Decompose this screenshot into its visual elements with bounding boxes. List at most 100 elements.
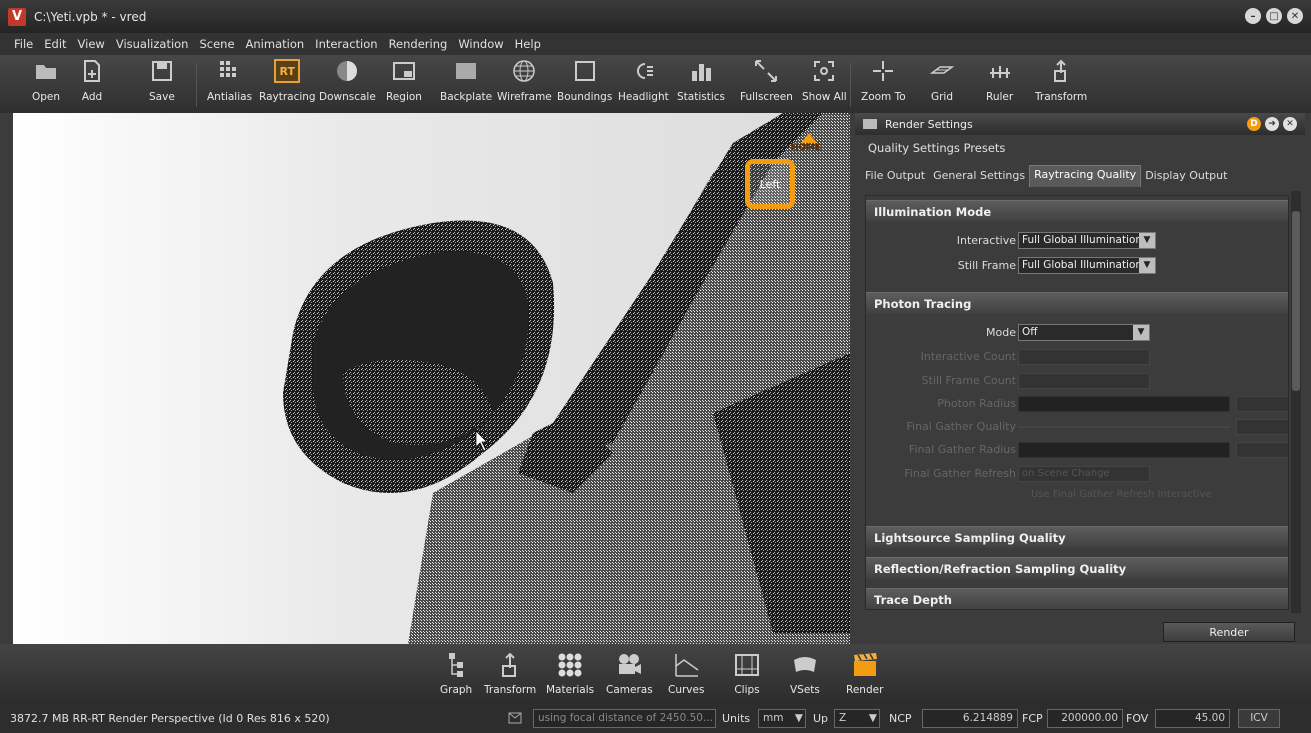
photon-tracing-header[interactable]: Photon Tracing [866,292,1288,314]
fg-refresh-select: on Scene Change [1018,466,1150,482]
settings-scroll-area: Illumination Mode Interactive Full Globa… [865,195,1289,610]
ruler-button[interactable]: Ruler [986,59,1013,103]
antialias-button[interactable]: Antialias [207,59,252,103]
module-curves[interactable]: Curves [668,652,704,696]
region-button[interactable]: Region [386,59,422,103]
navigation-cube[interactable]: Left [745,159,795,209]
dock-icon[interactable]: D [1247,117,1261,131]
tab-file-output[interactable]: File Output [861,165,929,187]
boundings-button[interactable]: Boundings [557,59,612,103]
module-cameras[interactable]: Cameras [606,652,653,696]
wireframe-button[interactable]: Wireframe [497,59,552,103]
fcp-input[interactable]: 200000.00 [1047,709,1123,728]
backplate-button[interactable]: Backplate [440,59,492,103]
fg-radius-label: Final Gather Radius [908,443,1016,456]
settings-tabs: File Output General Settings Raytracing … [861,165,1231,187]
raytracing-button[interactable]: RT Raytracing [259,59,316,103]
still-count-label: Still Frame Count [921,374,1016,387]
module-clips[interactable]: Clips [734,652,760,696]
ncp-input[interactable]: 6.214889 [922,709,1018,728]
bar-chart-icon [692,64,711,81]
fg-radius-slider [1018,442,1230,458]
curves-icon [675,654,699,677]
title-bar: V C:\Yeti.vpb * - vred – □ ✕ [0,0,1311,33]
fg-refresh-row: Final Gather Refresh on Scene Change [866,464,1288,484]
module-materials[interactable]: Materials [546,652,594,696]
tab-general-settings[interactable]: General Settings [929,165,1029,187]
forward-arrow-icon[interactable]: ➜ [1265,117,1279,131]
status-bar: 3872.7 MB RR-RT Render Perspective (Id 0… [0,704,1311,733]
still-frame-row: Still Frame Full Global Illumination ▼ [866,256,1288,276]
statistics-button[interactable]: Statistics [677,59,725,103]
showall-label: Show All [802,91,847,103]
open-button[interactable]: Open [32,59,60,103]
chevron-down-icon: ▼ [1133,325,1149,340]
fov-input[interactable]: 45.00 [1155,709,1230,728]
settings-scrollbar[interactable] [1291,191,1301,613]
mode-label: Mode [986,326,1016,339]
lightsource-sampling-header[interactable]: Lightsource Sampling Quality [866,526,1288,548]
icv-button[interactable]: ICV [1238,709,1280,728]
menu-rendering[interactable]: Rendering [389,37,448,51]
fg-quality-row: Final Gather Quality [866,417,1288,437]
interactive-illumination-select[interactable]: Full Global Illumination ▼ [1018,232,1156,249]
module-render[interactable]: Render [846,652,883,696]
home-label[interactable]: HOME [791,143,821,153]
module-graph[interactable]: Graph [440,652,472,696]
close-icon[interactable]: ✕ [1287,8,1303,24]
menu-file[interactable]: File [14,37,33,51]
maximize-icon[interactable]: □ [1266,8,1282,24]
menu-view[interactable]: View [78,37,105,51]
home-icon[interactable] [801,133,817,143]
downscale-button[interactable]: Downscale [319,59,376,103]
fullscreen-button[interactable]: Fullscreen [740,59,793,103]
menu-animation[interactable]: Animation [246,37,305,51]
photon-radius-label: Photon Radius [937,397,1016,410]
render-button[interactable]: Render [1163,622,1295,642]
photon-mode-select[interactable]: Off ▼ [1018,324,1150,341]
headlight-button[interactable]: Headlight [618,59,669,103]
headlight-icon [637,63,654,79]
illumination-mode-header[interactable]: Illumination Mode [866,200,1288,222]
transform-button[interactable]: Transform [1035,59,1087,103]
module-transform[interactable]: Transform [484,652,536,696]
showall-button[interactable]: Show All [802,59,847,103]
boundings-box-icon [574,61,595,81]
minimize-icon[interactable]: – [1245,8,1261,24]
tab-raytracing-quality[interactable]: Raytracing Quality [1029,165,1142,187]
save-button[interactable]: Save [149,59,175,103]
zoomto-button[interactable]: Zoom To [861,59,906,103]
headlight-label: Headlight [618,91,669,103]
panel-close-icon[interactable]: ✕ [1283,117,1297,131]
menu-window[interactable]: Window [458,37,503,51]
render-viewport[interactable]: HOME Left [13,113,850,644]
menu-edit[interactable]: Edit [44,37,66,51]
menu-scene[interactable]: Scene [199,37,234,51]
render-module-label: Render [846,684,884,696]
still-frame-illumination-select[interactable]: Full Global Illumination ▼ [1018,257,1156,274]
ncp-label: NCP [889,712,912,725]
scrollbar-thumb[interactable] [1292,211,1300,391]
menu-interaction[interactable]: Interaction [315,37,377,51]
window-title: C:\Yeti.vpb * - vred [34,9,147,24]
grid-button[interactable]: Grid [930,59,954,103]
reflection-refraction-header[interactable]: Reflection/Refraction Sampling Quality [866,557,1288,579]
up-axis-select[interactable]: Z ▼ [834,709,880,728]
menu-visualization[interactable]: Visualization [116,37,189,51]
interactive-label: Interactive [956,234,1016,247]
interactive-row: Interactive Full Global Illumination ▼ [866,231,1288,251]
fg-radius-row: Final Gather Radius [866,440,1288,460]
quality-presets-menu[interactable]: Quality Settings Presets [868,141,1005,155]
add-button[interactable]: Add [80,59,104,103]
zoomto-label: Zoom To [861,91,906,103]
module-vsets[interactable]: VSets [790,652,820,696]
menu-help[interactable]: Help [515,37,541,51]
materials-label: Materials [546,684,595,696]
units-select[interactable]: mm ▼ [758,709,806,728]
trace-depth-header[interactable]: Trace Depth [866,588,1288,609]
backplate-icon [456,63,477,79]
backplate-label: Backplate [440,91,493,103]
tab-display-output[interactable]: Display Output [1141,165,1231,187]
photon-radius-slider [1018,396,1230,412]
graph-label: Graph [440,684,473,696]
